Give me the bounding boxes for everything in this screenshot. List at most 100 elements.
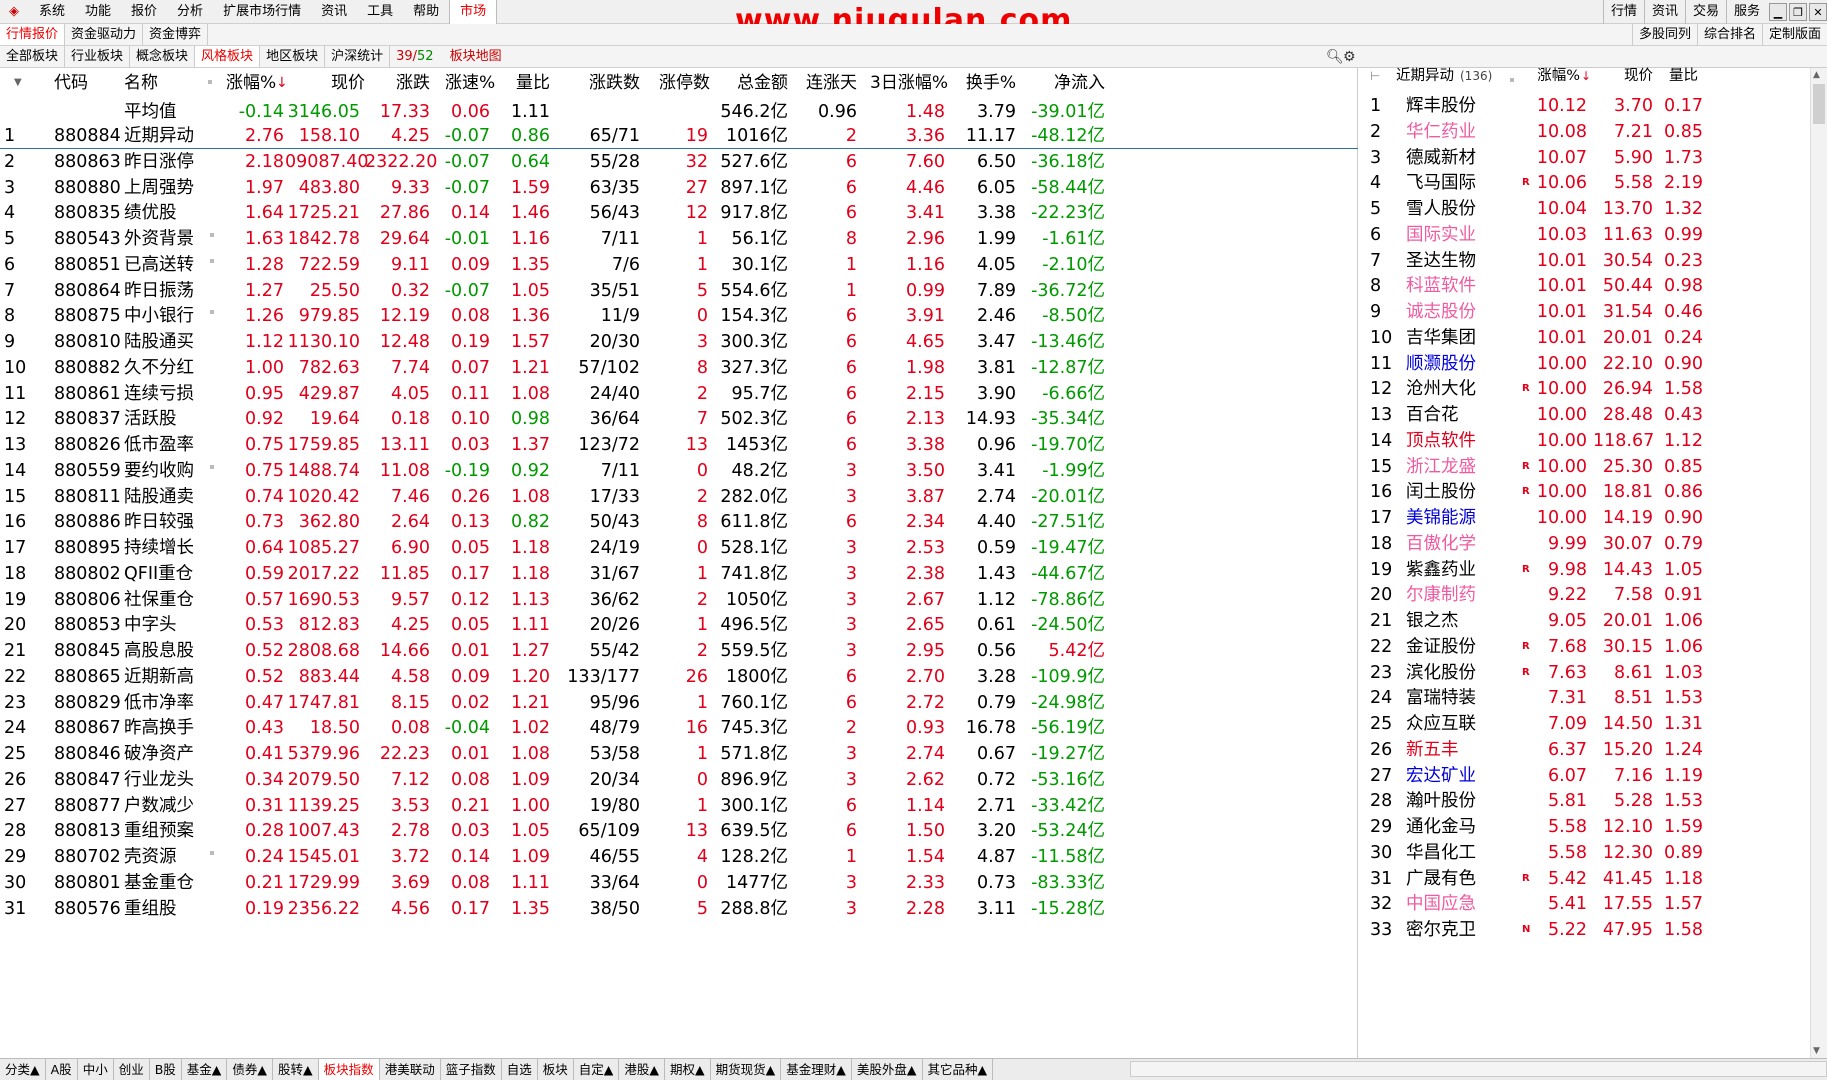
menu-market[interactable]: 市场: [449, 0, 498, 24]
bottom-tab[interactable]: 篮子指数: [441, 1059, 502, 1080]
table-row[interactable]: 5 880543 外资背景 1.63 1842.78 29.64 -0.01 1.16 7/11…: [0, 226, 1358, 252]
bottom-tab[interactable]: 期货现货▲: [711, 1059, 782, 1080]
table-row[interactable]: 21 880845 高股息股 0.52 2808.68 14.66 0.01 1.27 55/4…: [0, 638, 1358, 664]
column-header-chg3[interactable]: 3日涨幅%: [870, 68, 948, 98]
block-tab[interactable]: 沪深统计: [325, 46, 391, 67]
side-row[interactable]: 10 吉华集团 10.01 20.01 0.24: [1360, 325, 1810, 351]
side-row[interactable]: 3 德威新材 10.07 5.90 1.73: [1360, 145, 1810, 171]
top-right-button[interactable]: 行情: [1602, 0, 1644, 24]
table-row[interactable]: 10 880882 久不分红 1.00 782.63 7.74 0.07 1.21 57/102…: [0, 355, 1358, 381]
block-tab[interactable]: 概念板块: [130, 46, 196, 67]
side-row[interactable]: 16 闰土股份 R 10.00 18.81 0.86: [1360, 479, 1810, 505]
bottom-tab[interactable]: A股: [46, 1059, 78, 1080]
block-tab[interactable]: 行业板块: [65, 46, 131, 67]
side-column-header[interactable]: 现价: [1598, 64, 1653, 94]
close-icon[interactable]: ✕: [1809, 3, 1827, 21]
side-row[interactable]: 31 广晟有色 R 5.42 41.45 1.18: [1360, 866, 1810, 892]
minimize-icon[interactable]: ▁: [1769, 3, 1787, 21]
menu-item[interactable]: 扩展市场行情: [213, 0, 311, 24]
scroll-thumb[interactable]: [1813, 84, 1825, 124]
view-tab[interactable]: 资金博弈: [143, 24, 209, 45]
side-filter-icon[interactable]: [1510, 78, 1514, 82]
table-row[interactable]: 8 880875 中小银行 1.26 979.85 12.19 0.08 1.36 11/9 0 1…: [0, 303, 1358, 329]
bottom-tab[interactable]: 自选: [502, 1059, 538, 1080]
table-row[interactable]: 15 880811 陆股通卖 0.74 1020.42 7.46 0.26 1.08 17/33…: [0, 484, 1358, 510]
table-row[interactable]: 2 880863 昨日涨停 2.18 09087.40 2322.20 -0.07 0.64 5…: [0, 149, 1358, 175]
bottom-tab[interactable]: 美股外盘▲: [852, 1059, 923, 1080]
side-row[interactable]: 9 诚志股份 10.01 31.54 0.46: [1360, 299, 1810, 325]
side-row[interactable]: 5 雪人股份 10.04 13.70 1.32: [1360, 196, 1810, 222]
side-row[interactable]: 14 顶点软件 10.00 118.67 1.12: [1360, 428, 1810, 454]
column-header-updown[interactable]: 涨跌数: [585, 68, 640, 98]
table-row[interactable]: 16 880886 昨日较强 0.73 362.80 2.64 0.13 0.82 50/43 8…: [0, 509, 1358, 535]
side-row[interactable]: 6 国际实业 10.03 11.63 0.99: [1360, 222, 1810, 248]
menu-item[interactable]: 资讯: [311, 0, 357, 24]
table-row[interactable]: 1 880884 近期异动 2.76 158.10 4.25 -0.07 0.86 65/71 1…: [0, 123, 1358, 149]
bottom-tab[interactable]: 创业: [114, 1059, 150, 1080]
side-row[interactable]: 11 顺灏股份 10.00 22.10 0.90: [1360, 351, 1810, 377]
bottom-tab[interactable]: 期权▲: [665, 1059, 711, 1080]
side-row[interactable]: 28 瀚叶股份 5.81 5.28 1.53: [1360, 788, 1810, 814]
bottom-tab[interactable]: 自定▲: [574, 1059, 620, 1080]
column-header-price[interactable]: 现价: [320, 68, 365, 98]
table-row[interactable]: 24 880867 昨高换手 0.43 18.50 0.08 -0.04 1.02 48/79 1…: [0, 715, 1358, 741]
bottom-tab[interactable]: 基金▲: [182, 1059, 228, 1080]
table-row[interactable]: 6 880851 已高送转 1.28 722.59 9.11 0.09 1.35 7/6 1 30.…: [0, 252, 1358, 278]
block-tab[interactable]: 全部板块: [0, 46, 66, 67]
menu-item[interactable]: 分析: [167, 0, 213, 24]
table-row[interactable]: 26 880847 行业龙头 0.34 2079.50 7.12 0.08 1.09 20/34…: [0, 767, 1358, 793]
horizontal-scrollbar[interactable]: [1130, 1061, 1827, 1077]
column-header-turn[interactable]: 换手%: [965, 68, 1016, 98]
scroll-down-icon[interactable]: ▼: [1813, 1046, 1820, 1056]
sort-arrow-icon[interactable]: ▼: [14, 68, 22, 98]
side-row[interactable]: 22 金证股份 R 7.68 30.15 1.06: [1360, 634, 1810, 660]
menu-item[interactable]: 报价: [121, 0, 167, 24]
bottom-tab[interactable]: 分类▲: [0, 1059, 46, 1080]
block-map-link[interactable]: 板块地图: [440, 46, 512, 67]
table-row[interactable]: 27 880877 户数减少 0.31 1139.25 3.53 0.21 1.00 19/80…: [0, 793, 1358, 819]
column-header-amount[interactable]: 总金额: [730, 68, 788, 98]
top-right-button[interactable]: 服务: [1725, 0, 1767, 24]
side-row[interactable]: 26 新五丰 6.37 15.20 1.24: [1360, 737, 1810, 763]
table-row[interactable]: 25 880846 破净资产 0.41 5379.96 22.23 0.01 1.08 53/5…: [0, 741, 1358, 767]
bottom-tab[interactable]: B股: [150, 1059, 182, 1080]
search-icon[interactable]: 🔍︎: [1326, 46, 1344, 68]
table-row[interactable]: 3 880880 上周强势 1.97 483.80 9.33 -0.07 1.59 63/35 2…: [0, 175, 1358, 201]
menu-item[interactable]: 功能: [75, 0, 121, 24]
side-row[interactable]: 1 辉丰股份 10.12 3.70 0.17: [1360, 93, 1810, 119]
bottom-tab[interactable]: 中小: [78, 1059, 114, 1080]
menu-item[interactable]: 工具: [357, 0, 403, 24]
view-tab[interactable]: 行情报价: [0, 24, 66, 45]
column-header-limit[interactable]: 涨停数: [655, 68, 710, 98]
table-row[interactable]: 19 880806 社保重仓 0.57 1690.53 9.57 0.12 1.13 36/62…: [0, 587, 1358, 613]
column-header-days[interactable]: 连涨天: [805, 68, 857, 98]
bottom-tab[interactable]: 港股▲: [619, 1059, 665, 1080]
column-header-net[interactable]: 净流入: [1050, 68, 1105, 98]
table-row[interactable]: 18 880802 QFII重仓 0.59 2017.22 11.85 0.17 1.18 31…: [0, 561, 1358, 587]
menu-item[interactable]: 帮助: [403, 0, 449, 24]
bottom-tab[interactable]: 港美联动: [380, 1059, 441, 1080]
table-row[interactable]: 11 880861 连续亏损 0.95 429.87 4.05 0.11 1.08 24/40 2…: [0, 381, 1358, 407]
side-column-header[interactable]: 量比: [1658, 64, 1698, 94]
bottom-tab[interactable]: 股转▲: [273, 1059, 319, 1080]
side-row[interactable]: 24 富瑞特装 7.31 8.51 1.53: [1360, 685, 1810, 711]
bottom-tab[interactable]: 债券▲: [227, 1059, 274, 1080]
table-row[interactable]: 22 880865 近期新高 0.52 883.44 4.58 0.09 1.20 133/17…: [0, 664, 1358, 690]
column-header-code[interactable]: 代码: [54, 68, 104, 98]
restore-icon[interactable]: ❐: [1789, 3, 1807, 21]
bottom-tab[interactable]: 其它品种▲: [923, 1059, 994, 1080]
block-tab[interactable]: 风格板块: [195, 46, 261, 67]
view-tab-right[interactable]: 定制版面: [1761, 24, 1827, 46]
column-header-name[interactable]: 名称: [124, 68, 184, 98]
column-header-speed[interactable]: 涨速%: [445, 68, 495, 98]
side-row[interactable]: 25 众应互联 7.09 14.50 1.31: [1360, 711, 1810, 737]
top-right-button[interactable]: 资讯: [1643, 0, 1685, 24]
side-column-header[interactable]: 涨幅%: [1530, 64, 1580, 94]
table-row[interactable]: 13 880826 低市盈率 0.75 1759.85 13.11 0.03 1.37 123/…: [0, 432, 1358, 458]
bottom-tab[interactable]: 基金理财▲: [781, 1059, 852, 1080]
table-row[interactable]: 17 880895 持续增长 0.64 1085.27 6.90 0.05 1.18 24/19…: [0, 535, 1358, 561]
side-row[interactable]: 32 中国应急 5.41 17.55 1.57: [1360, 891, 1810, 917]
gear-icon[interactable]: ⚙: [1343, 46, 1356, 68]
side-row[interactable]: 2 华仁药业 10.08 7.21 0.85: [1360, 119, 1810, 145]
table-row[interactable]: 12 880837 活跃股 0.92 19.64 0.18 0.10 0.98 36/64 7 50…: [0, 406, 1358, 432]
